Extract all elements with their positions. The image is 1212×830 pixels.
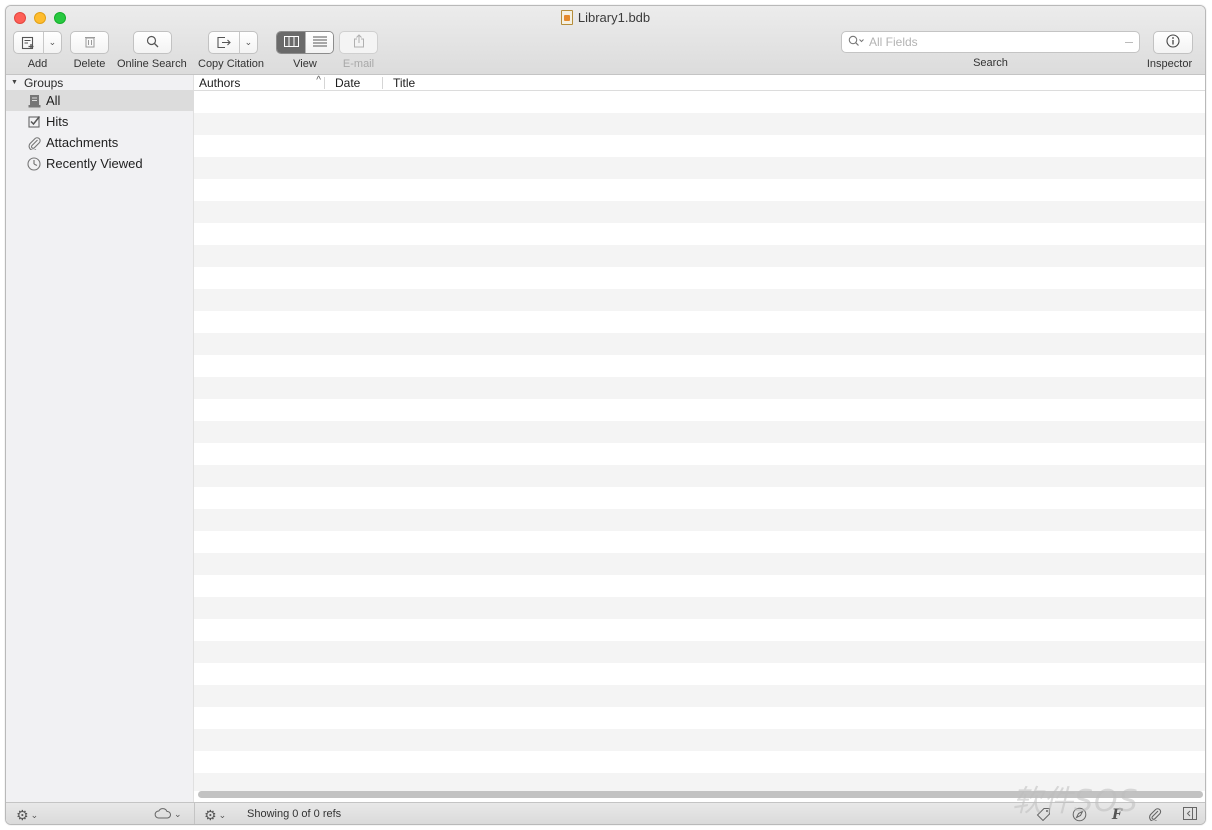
library-icon — [27, 94, 41, 108]
delete-toolbar-item: Delete — [70, 31, 109, 70]
toolbar: Library1.bdb ⌄ Add Delete Online Search … — [6, 6, 1205, 75]
sidebar-item-all[interactable]: All — [6, 90, 194, 111]
add-toolbar-item: ⌄ Add — [13, 31, 62, 70]
search-icon — [146, 35, 159, 51]
search-scope-icon[interactable] — [848, 35, 865, 50]
gear-icon: ⚙ — [204, 807, 217, 823]
email-button[interactable] — [339, 31, 378, 54]
add-entry-icon — [14, 36, 43, 50]
sidebar: ▼ Groups All Hits Attachments Recently V… — [6, 75, 194, 802]
email-toolbar-item: E-mail — [339, 31, 378, 70]
date-column-label: Date — [335, 76, 361, 90]
references-table: ⌘ Authors ^ Date Title — [194, 75, 1205, 802]
view-label: View — [293, 58, 317, 70]
copy-citation-toolbar-item: ⌄ Copy Citation — [198, 31, 264, 70]
cloud-icon — [154, 807, 172, 822]
search-placeholder: All Fields — [869, 35, 918, 49]
column-header-title[interactable]: Title — [393, 75, 1193, 91]
inspector-toolbar-item: Inspector — [1146, 31, 1193, 70]
search-cancel-icon — [1125, 42, 1133, 43]
sidebar-action-menu[interactable]: ⚙ ⌄ — [16, 807, 38, 824]
inspector-label: Inspector — [1146, 58, 1193, 70]
column-header-date[interactable]: Date — [335, 75, 381, 91]
online-search-button[interactable] — [133, 31, 172, 54]
disclosure-triangle-icon[interactable]: ▼ — [11, 79, 18, 86]
online-search-label: Online Search — [117, 58, 187, 70]
info-icon — [1166, 34, 1180, 51]
share-icon — [353, 34, 365, 51]
trash-icon — [84, 35, 96, 51]
add-label: Add — [27, 58, 48, 70]
search-label: Search — [973, 57, 1008, 69]
sidebar-item-label: Hits — [46, 114, 69, 129]
groups-header[interactable]: ▼ Groups — [6, 75, 194, 90]
sort-ascending-icon: ^ — [316, 75, 321, 86]
copy-citation-label: Copy Citation — [198, 58, 265, 70]
search-input[interactable]: All Fields — [841, 31, 1140, 53]
sidebar-toggle-icon — [1183, 807, 1197, 823]
window-title: Library1.bdb — [6, 10, 1205, 28]
view-toolbar-item: View — [276, 31, 334, 70]
document-icon — [560, 10, 573, 25]
sidebar-item-label: All — [46, 93, 61, 108]
online-search-toolbar-item: Online Search — [117, 31, 187, 70]
chevron-down-icon: ⌄ — [30, 810, 39, 820]
status-text: Showing 0 of 0 refs — [247, 808, 342, 820]
clock-icon — [27, 156, 41, 171]
copy-citation-button[interactable]: ⌄ — [208, 31, 258, 54]
column-header-authors[interactable]: Authors ^ — [199, 75, 323, 91]
sidebar-item-recently-viewed[interactable]: Recently Viewed — [6, 153, 194, 174]
gear-icon: ⚙ — [16, 807, 29, 823]
inspector-button[interactable] — [1153, 31, 1193, 54]
sidebar-item-hits[interactable]: Hits — [6, 111, 194, 132]
sync-menu[interactable]: ⌄ — [154, 807, 182, 822]
sidebar-item-attachments[interactable]: Attachments — [6, 132, 194, 153]
delete-label: Delete — [73, 58, 106, 70]
chevron-down-icon[interactable]: ⌄ — [240, 37, 257, 48]
view-segmented-control — [276, 31, 334, 54]
list-view-button[interactable] — [305, 32, 333, 53]
checkbox-icon — [27, 115, 41, 129]
column-view-button[interactable] — [277, 32, 305, 53]
export-icon — [209, 36, 239, 49]
authors-column-label: Authors — [199, 76, 241, 90]
table-action-menu[interactable]: ⚙ ⌄ — [204, 807, 226, 824]
sidebar-item-label: Attachments — [46, 135, 119, 150]
email-label: E-mail — [342, 58, 375, 70]
delete-button[interactable] — [70, 31, 109, 54]
title-column-label: Title — [393, 76, 416, 90]
columns-icon — [283, 35, 299, 50]
chevron-down-icon[interactable]: ⌄ — [44, 37, 61, 48]
app-window: Library1.bdb ⌄ Add Delete Online Search … — [5, 5, 1206, 825]
watermark-logo: 软件SOS — [1012, 784, 1139, 819]
add-button[interactable]: ⌄ — [13, 31, 62, 54]
paperclip-icon — [27, 136, 41, 150]
toggle-preview-button[interactable] — [1183, 807, 1197, 823]
table-header: ⌘ Authors ^ Date Title — [194, 75, 1205, 91]
attachment-button[interactable] — [1148, 807, 1162, 824]
table-body[interactable] — [194, 91, 1205, 791]
list-icon — [312, 36, 327, 50]
chevron-down-icon: ⌄ — [218, 810, 227, 820]
paperclip-icon — [1148, 807, 1162, 824]
chevron-down-icon: ⌄ — [174, 809, 182, 819]
groups-label: Groups — [23, 75, 64, 90]
sidebar-item-label: Recently Viewed — [46, 156, 143, 171]
